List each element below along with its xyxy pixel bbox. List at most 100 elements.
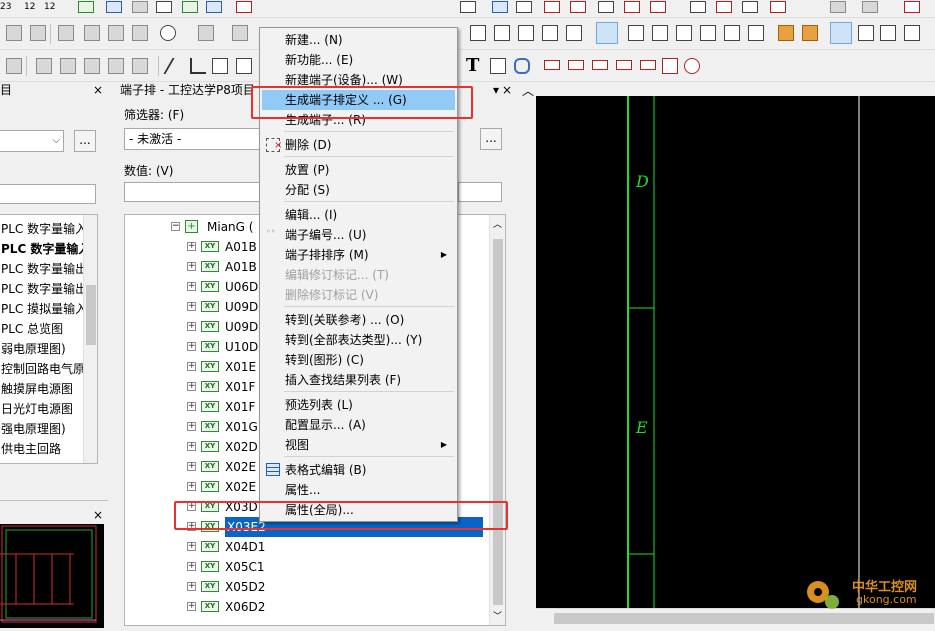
tool-icon[interactable]	[206, 1, 222, 13]
tool-icon[interactable]	[598, 1, 614, 13]
tool-icon[interactable]	[904, 25, 920, 41]
menu-item[interactable]: 配置显示... (A)	[262, 415, 455, 435]
tool-icon[interactable]	[628, 25, 644, 41]
menu-item[interactable]: 删除 (D) ×	[262, 135, 455, 155]
tool-icon[interactable]	[624, 1, 640, 13]
tool-icon[interactable]	[700, 25, 716, 41]
tool-icon[interactable]	[78, 1, 94, 13]
list-item[interactable]: PLC 总览图	[1, 319, 63, 339]
terminal-row[interactable]: + XY X05D2	[187, 577, 487, 597]
tool-icon[interactable]	[132, 58, 148, 74]
list-item[interactable]: 供电主回路	[1, 439, 61, 459]
tool-icon[interactable]	[880, 25, 896, 41]
expand-icon[interactable]: +	[187, 422, 196, 431]
shape-icon[interactable]	[58, 25, 74, 41]
dimension-icon[interactable]	[684, 58, 700, 74]
tool-icon[interactable]	[106, 1, 122, 13]
expand-icon[interactable]: +	[187, 582, 196, 591]
tool-icon[interactable]	[198, 25, 214, 41]
scroll-up-icon[interactable]: ︿	[493, 217, 502, 230]
expand-icon[interactable]: +	[187, 302, 196, 311]
menu-item[interactable]: 转到(关联参考) ... (O)	[262, 310, 455, 330]
list-item[interactable]: 触摸屏电源图	[1, 379, 73, 399]
left-panel-close-button[interactable]: ×	[92, 83, 104, 97]
list-item[interactable]: PLC 数字量输入	[1, 219, 87, 239]
menu-item[interactable]: 新功能... (E)	[262, 50, 455, 70]
collapse-icon[interactable]: −	[171, 222, 180, 231]
left-panel-dropdown[interactable]: ⌵	[0, 130, 64, 152]
tool-icon[interactable]	[724, 25, 740, 41]
tool-icon[interactable]	[494, 25, 510, 41]
menu-item[interactable]: 端子排排序 (M) ▶	[262, 245, 455, 265]
refresh-icon[interactable]	[160, 25, 176, 41]
tool-icon[interactable]	[652, 25, 668, 41]
terminal-panel-close-button[interactable]: ×	[501, 83, 513, 97]
polyline-icon[interactable]	[190, 58, 206, 74]
expand-icon[interactable]: +	[187, 362, 196, 371]
image-icon[interactable]	[490, 58, 506, 74]
dimension-icon[interactable]	[544, 60, 560, 70]
tool-icon[interactable]	[470, 25, 486, 41]
expand-icon[interactable]: +	[187, 402, 196, 411]
tool-icon[interactable]	[830, 22, 852, 44]
menu-item[interactable]: 编辑... (I)	[262, 205, 455, 225]
tool-icon[interactable]	[60, 58, 76, 74]
tool-icon[interactable]	[858, 25, 874, 41]
tool-icon[interactable]	[542, 25, 558, 41]
list-item[interactable]: PLC 数字量输出	[1, 259, 87, 279]
terminal-row[interactable]: + XY X05C1	[187, 557, 487, 577]
scroll-down-icon[interactable]: ﹀	[493, 609, 502, 622]
filter-dropdown[interactable]: - 未激活 -	[124, 128, 260, 150]
line-icon[interactable]	[163, 58, 189, 74]
tool-icon[interactable]	[748, 25, 764, 41]
tool-icon[interactable]	[904, 1, 920, 13]
tool-icon[interactable]	[544, 1, 560, 13]
shape-icon[interactable]	[132, 25, 148, 41]
scroll-thumb[interactable]	[493, 239, 503, 605]
tool-icon[interactable]	[676, 25, 692, 41]
tool-icon[interactable]	[650, 1, 666, 13]
left-panel-scrollbar[interactable]	[83, 215, 97, 463]
dimension-icon[interactable]	[640, 60, 656, 70]
list-item[interactable]: 控制回路电气原	[1, 359, 85, 379]
expand-icon[interactable]: +	[187, 342, 196, 351]
expand-icon[interactable]: +	[187, 542, 196, 551]
list-item[interactable]: PLC 摸拟量输入	[1, 299, 87, 319]
tool-icon[interactable]	[236, 1, 252, 13]
tool-icon[interactable]	[770, 1, 786, 13]
menu-item[interactable]: 转到(全部表达类型)... (Y)	[262, 330, 455, 350]
tool-icon[interactable]	[492, 1, 508, 13]
expand-icon[interactable]: +	[187, 442, 196, 451]
cube-icon[interactable]	[6, 25, 22, 41]
dimension-icon[interactable]	[592, 60, 608, 70]
dimension-icon[interactable]	[616, 60, 632, 70]
list-item[interactable]: 弱电原理图)	[1, 339, 66, 359]
rectangle-icon[interactable]	[236, 58, 252, 74]
tool-icon[interactable]	[84, 58, 100, 74]
scroll-thumb[interactable]	[554, 613, 934, 624]
preview-canvas[interactable]	[0, 524, 104, 628]
dimension-icon[interactable]	[568, 60, 584, 70]
dimension-icon[interactable]	[662, 58, 678, 74]
tool-icon[interactable]	[802, 25, 818, 41]
tool-icon[interactable]	[108, 58, 124, 74]
tool-icon[interactable]	[182, 1, 198, 13]
value-input-right[interactable]	[458, 182, 502, 202]
tool-icon[interactable]	[460, 1, 476, 13]
shape-icon[interactable]	[212, 58, 228, 74]
cube-icon[interactable]	[30, 25, 46, 41]
expand-icon[interactable]: +	[187, 562, 196, 571]
menu-item[interactable]: 表格式编辑 (B)	[262, 460, 455, 480]
tool-icon[interactable]	[518, 25, 534, 41]
expand-icon[interactable]: +	[187, 462, 196, 471]
list-item[interactable]: PLC 数字量输出	[1, 279, 87, 299]
menu-item[interactable]: 分配 (S)	[262, 180, 455, 200]
tool-icon[interactable]	[570, 1, 586, 13]
tool-icon[interactable]	[862, 1, 878, 13]
expand-icon[interactable]: +	[187, 382, 196, 391]
scroll-thumb[interactable]	[86, 285, 96, 345]
tool-icon[interactable]	[156, 1, 172, 13]
expand-icon[interactable]: +	[187, 262, 196, 271]
filter-button[interactable]: ...	[480, 128, 502, 150]
tool-icon[interactable]	[716, 1, 732, 13]
